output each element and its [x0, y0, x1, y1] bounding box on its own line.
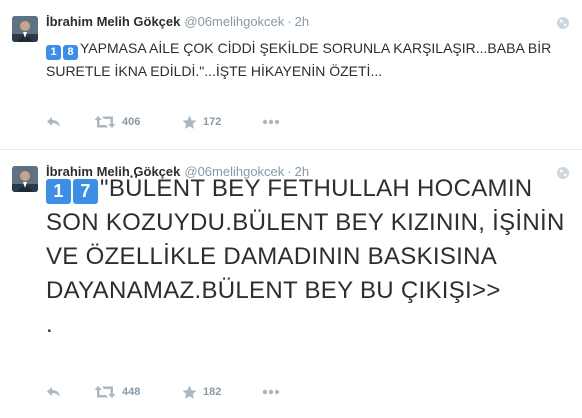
favorite-icon: [182, 385, 197, 399]
retweet-button[interactable]: 448: [94, 382, 140, 402]
more-icon: [262, 389, 280, 395]
author-name[interactable]: İbrahim Melih Gökçek: [46, 14, 180, 29]
more-icon: [262, 119, 280, 125]
favorite-count: 172: [203, 116, 222, 128]
more-button[interactable]: [262, 382, 280, 402]
author-handle[interactable]: @06melihgokcek: [184, 14, 284, 29]
retweet-icon: [94, 116, 116, 128]
keycap-digit: 1: [46, 45, 61, 60]
reply-button[interactable]: [46, 112, 62, 132]
separator: ·: [287, 14, 292, 29]
tweet-text: 1 7 "BÜLENT BEY FETHULLAH HOCAMIN SON KOZU…: [46, 172, 566, 342]
tweet-trailing: .: [46, 311, 53, 338]
retweet-button[interactable]: 406: [94, 112, 140, 132]
more-button[interactable]: [262, 112, 280, 132]
favorite-icon: [182, 115, 197, 129]
tweet-body: "BÜLENT BEY FETHULLAH HOCAMIN SON KOZUYD…: [46, 175, 565, 304]
tweet[interactable]: İbrahim Melih Gökçek @06melihgokcek · 2h 17…: [0, 150, 582, 418]
tweet-actions: 448 182: [46, 382, 526, 402]
reply-button[interactable]: [46, 382, 62, 402]
keycap-digit: 7: [73, 179, 98, 204]
retweet-count: 406: [122, 116, 141, 128]
tweet-header: İbrahim Melih Gökçek @06melihgokcek · 2h: [46, 13, 309, 31]
tweet-text: 1 8 YAPMASA AİLE ÇOK CİDDİ ŞEKİLDE SORUNLA…: [46, 37, 566, 82]
favorite-count: 182: [203, 386, 222, 398]
avatar[interactable]: [12, 166, 38, 192]
tweet[interactable]: İbrahim Melih Gökçek @06melihgokcek · 2h 18…: [0, 0, 582, 150]
reply-icon: [47, 387, 60, 397]
keycap-digit: 1: [46, 179, 71, 204]
keycap-digit: 8: [63, 45, 78, 60]
retweet-icon: [94, 386, 116, 398]
favorite-button[interactable]: 172: [182, 112, 221, 132]
favorite-button[interactable]: 182: [182, 382, 221, 402]
reply-icon: [47, 117, 60, 127]
tweet-actions: 406 172: [46, 112, 526, 132]
tweet-body: YAPMASA AİLE ÇOK CİDDİ ŞEKİLDE SORUNLA K…: [46, 40, 552, 79]
retweet-count: 448: [122, 386, 141, 398]
avatar[interactable]: [12, 16, 38, 42]
globe-icon: [556, 16, 570, 30]
timestamp[interactable]: 2h: [295, 14, 309, 29]
